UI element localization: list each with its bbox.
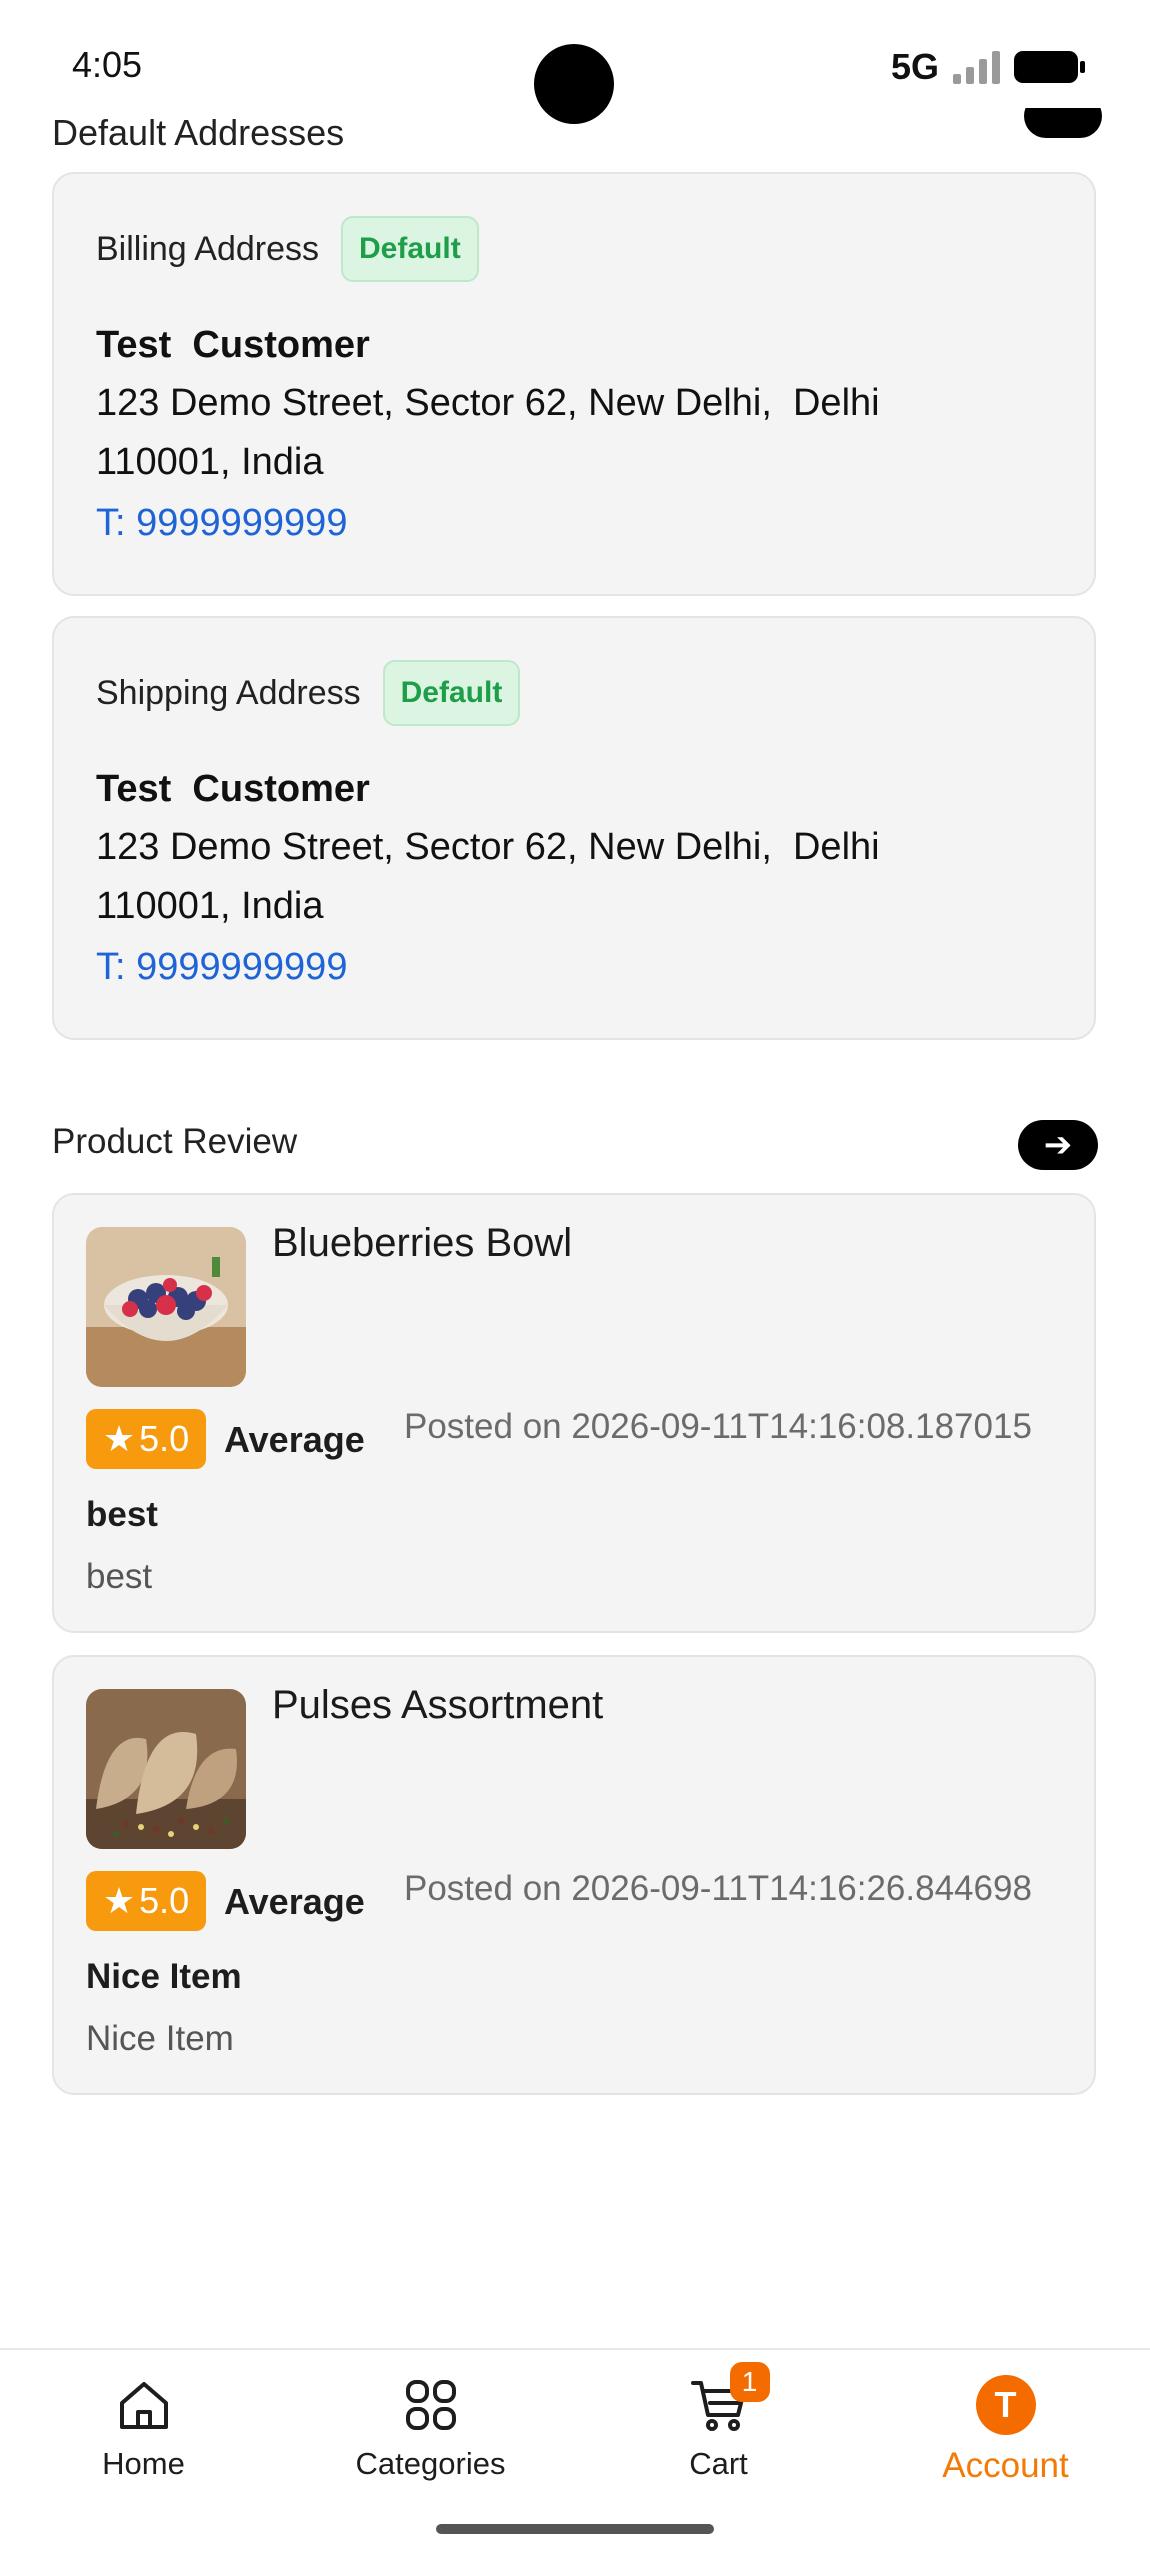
nav-item-account[interactable]: T Account bbox=[862, 2350, 1149, 2500]
nav-label-cart: Cart bbox=[689, 2446, 748, 2481]
product-review-arrow-button[interactable]: ➔ bbox=[1018, 1120, 1098, 1170]
address-name: Test Customer bbox=[96, 768, 370, 810]
product-thumbnail-blueberries bbox=[86, 1227, 246, 1387]
rating-value: 5.0 bbox=[139, 1418, 190, 1459]
review-card[interactable]: Blueberries Bowl ★ 5.0 Average Posted on… bbox=[52, 1193, 1096, 1633]
rating-text: Average bbox=[224, 1419, 365, 1460]
star-icon: ★ bbox=[102, 1880, 136, 1921]
address-type-label: Billing Address bbox=[96, 229, 320, 268]
nav-label-categories: Categories bbox=[355, 2446, 506, 2481]
address-line-2: 110001, India bbox=[96, 441, 324, 483]
cart-icon: 1 bbox=[688, 2362, 770, 2436]
billing-address-card: Billing Address Default Test Customer 12… bbox=[52, 172, 1096, 596]
review-title: best bbox=[86, 1495, 158, 1534]
default-addresses-header: Default Addresses bbox=[52, 108, 1102, 146]
nav-item-home[interactable]: Home bbox=[0, 2350, 287, 2500]
address-phone[interactable]: T: 9999999999 bbox=[96, 502, 347, 545]
section-title-addresses: Default Addresses bbox=[52, 112, 345, 146]
signal-icon bbox=[953, 50, 1000, 84]
nav-label-home: Home bbox=[102, 2446, 185, 2481]
product-thumbnail-pulses bbox=[86, 1689, 246, 1849]
review-body: best bbox=[86, 1557, 153, 1596]
nav-item-cart[interactable]: 1 Cart bbox=[575, 2350, 862, 2500]
home-icon bbox=[113, 2374, 175, 2436]
address-line-1: 123 Demo Street, Sector 62, New Delhi, D… bbox=[96, 382, 880, 424]
categories-icon bbox=[400, 2374, 462, 2436]
default-badge: Default bbox=[341, 216, 479, 282]
review-card[interactable]: Pulses Assortment ★ 5.0 Average Posted o… bbox=[52, 1655, 1096, 2095]
star-icon: ★ bbox=[102, 1418, 136, 1459]
address-type-label: Shipping Address bbox=[96, 673, 361, 712]
avatar: T bbox=[975, 2374, 1037, 2436]
posted-date: Posted on 2026-09-11T14:16:08.187015 bbox=[404, 1407, 1032, 1446]
rating-badge: ★ 5.0 bbox=[86, 1871, 206, 1931]
network-label: 5G bbox=[890, 46, 939, 87]
nav-label-account: Account bbox=[942, 2446, 1069, 2485]
product-name: Pulses Assortment bbox=[272, 1683, 604, 1727]
addresses-arrow-button[interactable] bbox=[1024, 108, 1102, 138]
address-phone[interactable]: T: 9999999999 bbox=[96, 946, 347, 989]
rating-text: Average bbox=[224, 1881, 365, 1922]
address-name: Test Customer bbox=[96, 324, 370, 366]
avatar-letter: T bbox=[975, 2375, 1036, 2435]
address-line-2: 110001, India bbox=[96, 885, 324, 927]
review-body: Nice Item bbox=[86, 2019, 234, 2058]
default-badge: Default bbox=[382, 660, 521, 726]
arrow-right-icon: ➔ bbox=[1043, 1126, 1073, 1164]
shipping-address-card: Shipping Address Default Test Customer 1… bbox=[52, 616, 1096, 1040]
status-time: 4:05 bbox=[72, 44, 143, 85]
section-title-product-review: Product Review bbox=[52, 1122, 298, 1161]
battery-icon bbox=[1014, 51, 1085, 83]
status-indicators: 5G bbox=[890, 46, 1085, 88]
posted-date: Posted on 2026-09-11T14:16:26.844698 bbox=[404, 1869, 1032, 1908]
review-title: Nice Item bbox=[86, 1957, 242, 1996]
rating-badge: ★ 5.0 bbox=[86, 1409, 206, 1469]
home-indicator[interactable] bbox=[436, 2524, 714, 2534]
product-name: Blueberries Bowl bbox=[272, 1221, 573, 1265]
address-line-1: 123 Demo Street, Sector 62, New Delhi, D… bbox=[96, 826, 880, 868]
rating-value: 5.0 bbox=[139, 1880, 190, 1921]
nav-item-categories[interactable]: Categories bbox=[287, 2350, 574, 2500]
cart-count-badge: 1 bbox=[729, 2362, 770, 2402]
